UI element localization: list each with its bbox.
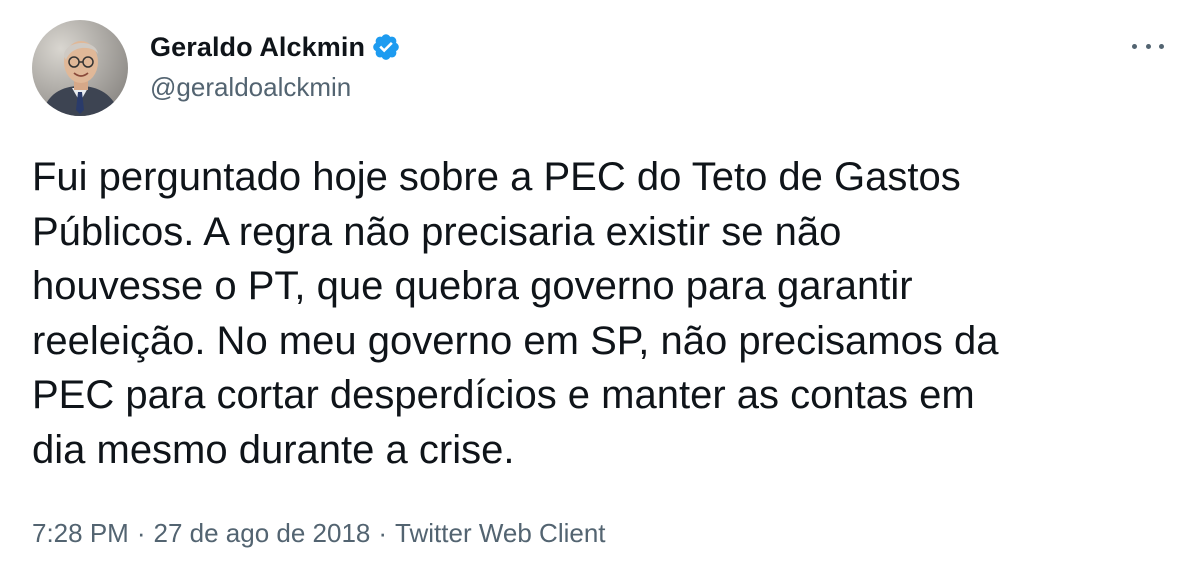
tweet-meta: 7:28 PM · 27 de ago de 2018 · Twitter We… <box>32 518 606 549</box>
tweet-source[interactable]: Twitter Web Client <box>395 518 605 549</box>
more-dot <box>1159 43 1164 49</box>
tweet-date[interactable]: 27 de ago de 2018 <box>154 518 371 549</box>
tweet-time[interactable]: 7:28 PM <box>32 518 129 549</box>
tweet-text: Fui perguntado hoje sobre a PEC do Teto … <box>32 155 999 472</box>
avatar[interactable] <box>32 20 128 116</box>
author-display-name[interactable]: Geraldo Alckmin <box>150 32 365 63</box>
more-options-icon[interactable] <box>1132 36 1164 56</box>
meta-separator: · <box>378 518 388 548</box>
author-name-row: Geraldo Alckmin <box>150 30 401 64</box>
verified-badge-icon <box>371 32 401 62</box>
more-dot <box>1132 43 1137 49</box>
profile-photo-icon <box>32 20 128 116</box>
author-handle[interactable]: @geraldoalckmin <box>150 72 351 103</box>
meta-separator: · <box>136 518 146 548</box>
tweet-card: Geraldo Alckmin @geraldoalckmin Fui perg… <box>0 0 1194 582</box>
more-dot <box>1145 43 1151 49</box>
